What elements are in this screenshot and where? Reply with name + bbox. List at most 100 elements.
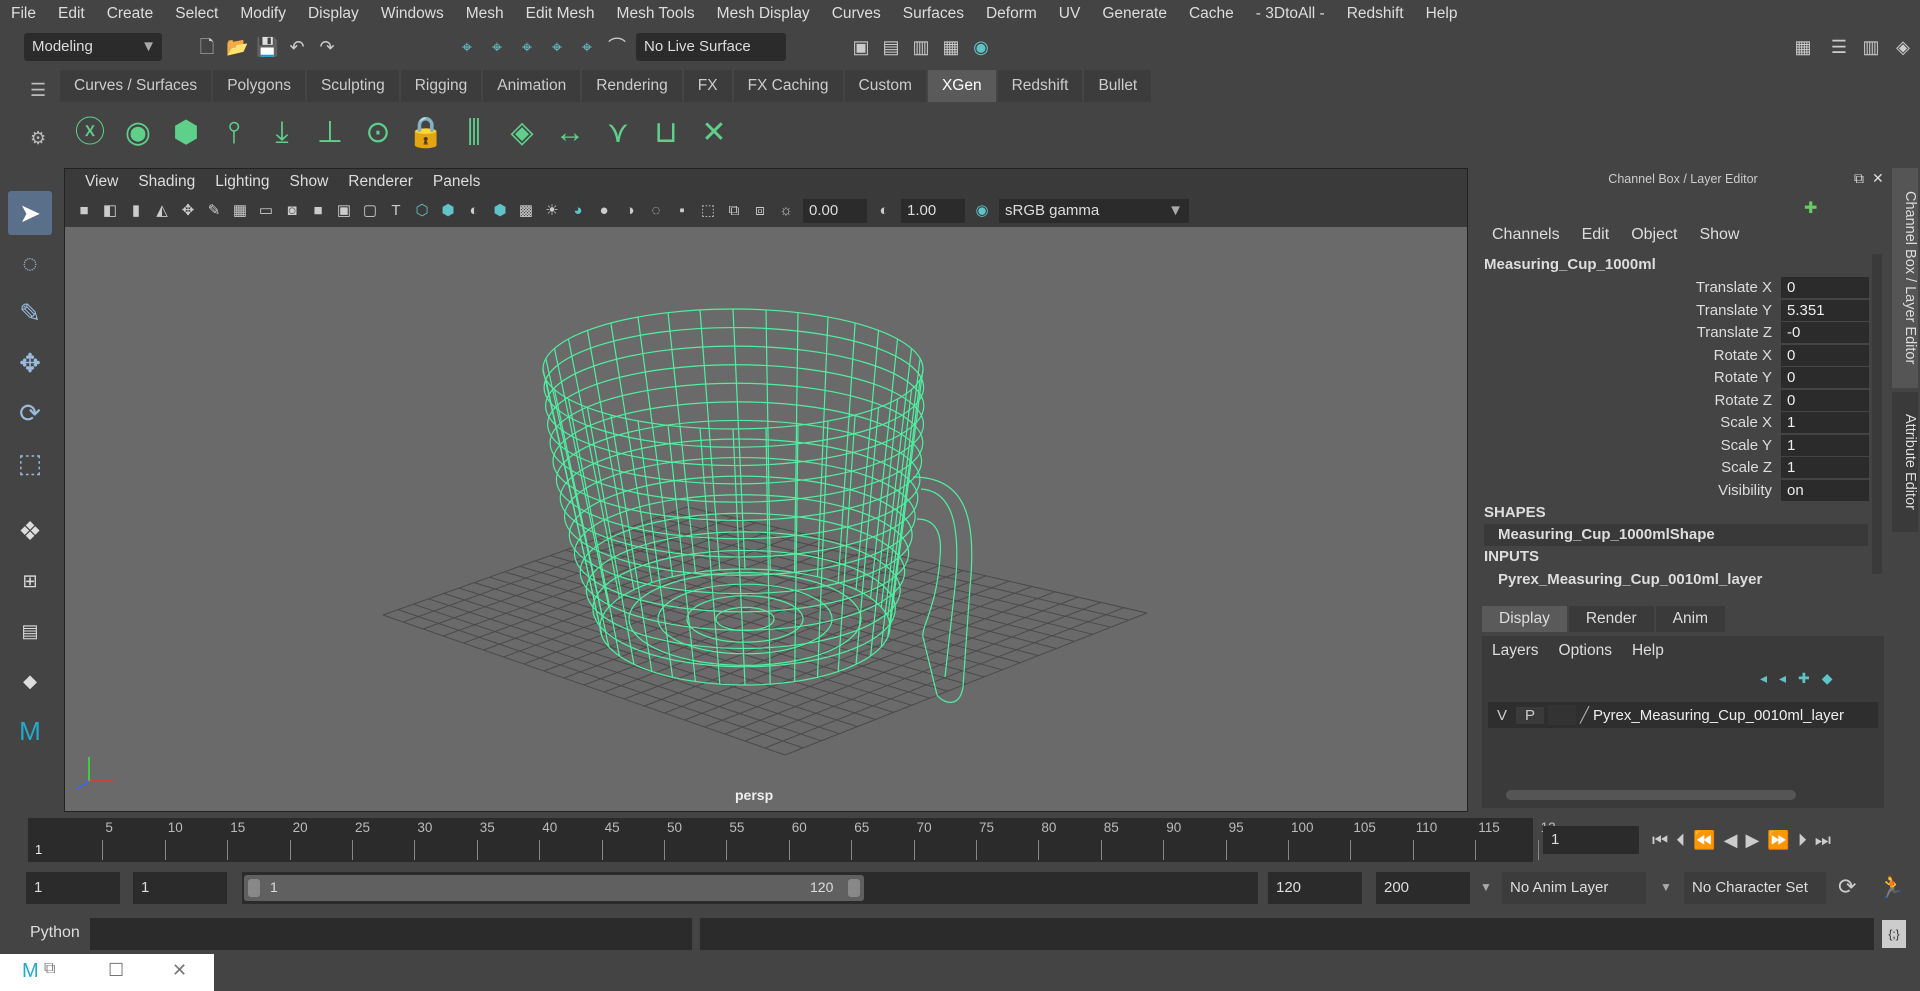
save-scene-icon[interactable]: 💾 bbox=[256, 36, 278, 58]
playback-end-field[interactable]: 120 bbox=[1268, 872, 1362, 904]
viewport-menu-shading[interactable]: Shading bbox=[128, 169, 205, 195]
2d-pan-icon[interactable]: ✥ bbox=[178, 200, 198, 222]
current-frame-field[interactable]: 1 bbox=[1543, 826, 1639, 854]
undo-icon[interactable]: ↶ bbox=[286, 36, 308, 58]
restore-icon[interactable]: ⧉ bbox=[44, 960, 55, 978]
step-back-key-icon[interactable]: ⏪ bbox=[1693, 830, 1715, 851]
float-panel-icon[interactable]: ⧉ bbox=[1854, 170, 1864, 187]
time-slider[interactable]: 1 5 10 15 20 25 30 35 40 45 50 55 60 65 70 75 80 85 90 95 1… bbox=[28, 818, 1556, 862]
shadows-icon[interactable]: ☀ bbox=[542, 200, 562, 222]
xray-joints-icon[interactable]: ⧉ bbox=[724, 200, 744, 222]
tab-rigging[interactable]: Rigging bbox=[400, 70, 482, 102]
render-settings-icon[interactable]: ▦ bbox=[940, 36, 962, 58]
menu-windows[interactable]: Windows bbox=[370, 0, 455, 28]
open-scene-icon[interactable]: 📂 bbox=[226, 36, 248, 58]
bend-guide-icon[interactable]: ⊔ bbox=[644, 111, 688, 155]
menu-redshift[interactable]: Redshift bbox=[1336, 0, 1415, 28]
step-forward-frame-icon[interactable]: ⏵ bbox=[1798, 830, 1807, 851]
workspace-icon[interactable]: ▦ bbox=[1792, 36, 1814, 58]
snap-view-icon[interactable]: ⌖ bbox=[546, 36, 568, 58]
tab-attribute-editor[interactable]: Attribute Editor bbox=[1892, 392, 1918, 532]
tab-xgen[interactable]: XGen bbox=[927, 70, 996, 102]
tab-polygons[interactable]: Polygons bbox=[213, 70, 305, 102]
viewport-menu-renderer[interactable]: Renderer bbox=[338, 169, 423, 195]
xray-icon[interactable]: ⬚ bbox=[698, 200, 718, 222]
play-backward-icon[interactable]: ◀ bbox=[1724, 830, 1738, 851]
close-icon[interactable]: ✕ bbox=[1872, 170, 1884, 187]
comb-guide-icon[interactable]: ⫼ bbox=[452, 111, 496, 155]
wireframe-on-shaded-icon[interactable]: ◐ bbox=[464, 200, 484, 222]
range-end-handle[interactable] bbox=[848, 879, 860, 897]
snap-grid-icon[interactable]: ⌖ bbox=[456, 36, 478, 58]
playback-start-field[interactable]: 1 bbox=[133, 872, 227, 904]
attribute-value[interactable]: 0 bbox=[1781, 277, 1869, 298]
redo-icon[interactable]: ↷ bbox=[316, 36, 338, 58]
tab-sculpting[interactable]: Sculpting bbox=[306, 70, 399, 102]
layer-playback-toggle[interactable]: P bbox=[1516, 706, 1544, 724]
resolution-gate-icon[interactable]: ◙ bbox=[282, 200, 302, 222]
grid-groom-icon[interactable]: ◈ bbox=[500, 111, 544, 155]
menu-mesh-display[interactable]: Mesh Display bbox=[706, 0, 821, 28]
channel-box-toggle-icon[interactable]: ☰ bbox=[1828, 36, 1850, 58]
motion-blur-icon[interactable]: ● bbox=[594, 200, 614, 222]
place-guide-icon[interactable]: ⤓ bbox=[260, 111, 304, 155]
grease-pencil-icon[interactable]: ✎ bbox=[204, 200, 224, 222]
antialias-icon[interactable]: ◑ bbox=[620, 200, 640, 222]
shelf-gear-icon[interactable]: ⚙ bbox=[30, 128, 46, 149]
layer-tab-render[interactable]: Render bbox=[1568, 606, 1654, 632]
layer-tab-display[interactable]: Display bbox=[1482, 606, 1567, 632]
paint-select-icon[interactable]: ✎ bbox=[8, 291, 52, 335]
smooth-shade-icon[interactable]: ⬢ bbox=[438, 200, 458, 222]
input-node[interactable]: Pyrex_Measuring_Cup_0010ml_layer bbox=[1484, 569, 1868, 591]
chevron-down-icon[interactable]: ▼ bbox=[1480, 880, 1492, 894]
layer-menu-help[interactable]: Help bbox=[1632, 642, 1664, 660]
guide-length-icon[interactable]: ↔ bbox=[548, 111, 592, 155]
menu-uv[interactable]: UV bbox=[1048, 0, 1092, 28]
snap-point-icon[interactable]: ⌖ bbox=[516, 36, 538, 58]
exposure-field[interactable]: 0.00 bbox=[803, 199, 867, 223]
attribute-value[interactable]: 0 bbox=[1781, 344, 1869, 366]
outliner-layout-icon[interactable]: ◆ bbox=[8, 659, 52, 703]
field-chart-icon[interactable]: ▣ bbox=[334, 200, 354, 222]
layer-menu-options[interactable]: Options bbox=[1559, 642, 1612, 660]
tool-settings-icon[interactable]: ▥ bbox=[1860, 36, 1882, 58]
range-slider[interactable]: 1 120 bbox=[244, 875, 864, 901]
sculpt-guide-icon[interactable]: ⋎ bbox=[596, 111, 640, 155]
attribute-value[interactable]: 1 bbox=[1781, 457, 1869, 478]
snap-curve-icon[interactable]: ⌖ bbox=[486, 36, 508, 58]
attribute-value[interactable]: 1 bbox=[1781, 434, 1869, 456]
channel-scrollbar[interactable] bbox=[1872, 254, 1882, 574]
step-forward-key-icon[interactable]: ⏩ bbox=[1767, 830, 1789, 851]
add-interactive-icon[interactable]: ⊥ bbox=[308, 111, 352, 155]
channel-menu-object[interactable]: Object bbox=[1631, 226, 1677, 244]
menu-select[interactable]: Select bbox=[164, 0, 229, 28]
maximize-icon[interactable]: ☐ bbox=[108, 960, 124, 981]
layer-menu-layers[interactable]: Layers bbox=[1492, 642, 1539, 660]
play-forward-icon[interactable]: ▶ bbox=[1745, 830, 1759, 851]
command-language[interactable]: Python bbox=[30, 924, 80, 942]
menu-deform[interactable]: Deform bbox=[975, 0, 1048, 28]
menu--3dtoall-[interactable]: - 3DtoAll - bbox=[1245, 0, 1336, 28]
rotate-tool-icon[interactable]: ⟳ bbox=[8, 391, 52, 435]
menu-edit[interactable]: Edit bbox=[47, 0, 96, 28]
tab-curves-surfaces[interactable]: Curves / Surfaces bbox=[60, 70, 212, 102]
depth-of-field-icon[interactable]: ◌ bbox=[646, 200, 666, 222]
viewport-menu-lighting[interactable]: Lighting bbox=[205, 169, 279, 195]
tab-channel-box[interactable]: Channel Box / Layer Editor bbox=[1892, 168, 1918, 388]
close-window-icon[interactable]: ✕ bbox=[172, 960, 187, 981]
bookmark-icon[interactable]: ▮ bbox=[126, 200, 146, 222]
grid-icon[interactable]: ▦ bbox=[230, 200, 250, 222]
viewport-menu-view[interactable]: View bbox=[75, 169, 128, 195]
layer-visibility-toggle[interactable]: V bbox=[1488, 707, 1516, 724]
render-frame-icon[interactable]: ▤ bbox=[880, 36, 902, 58]
attribute-value[interactable]: 0 bbox=[1781, 389, 1869, 411]
gate-mask-icon[interactable]: ■ bbox=[308, 200, 328, 222]
xray-components-icon[interactable]: ⧈ bbox=[750, 200, 770, 222]
isolate-select-icon[interactable]: ▪ bbox=[672, 200, 692, 222]
go-to-start-icon[interactable]: ⏮ bbox=[1652, 830, 1668, 851]
auto-key-icon[interactable]: ⟳ bbox=[1838, 874, 1856, 900]
channel-menu-show[interactable]: Show bbox=[1699, 226, 1739, 244]
channel-menu-edit[interactable]: Edit bbox=[1582, 226, 1610, 244]
safe-title-icon[interactable]: T bbox=[386, 200, 406, 222]
two-pane-layout-icon[interactable]: ▤ bbox=[8, 609, 52, 653]
